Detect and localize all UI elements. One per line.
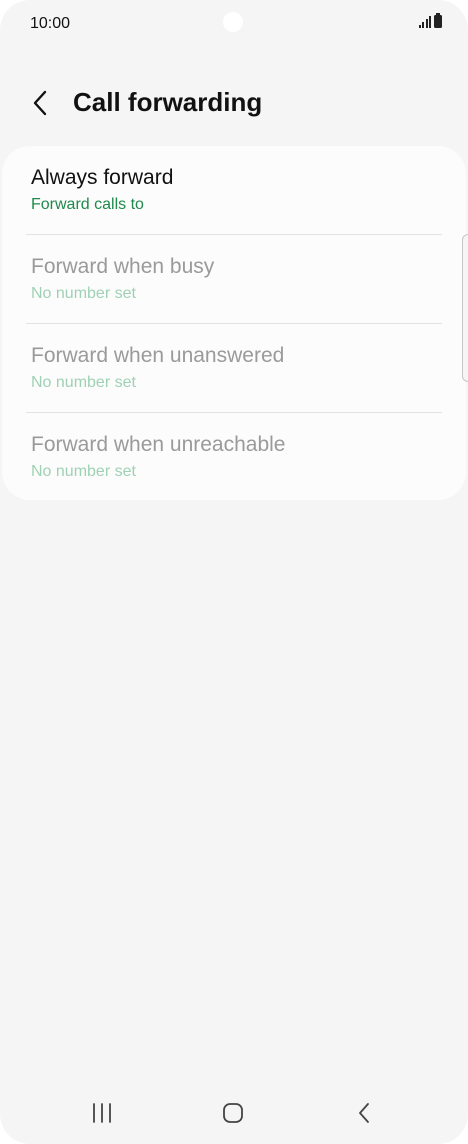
status-icons bbox=[418, 13, 442, 28]
recents-button[interactable] bbox=[72, 1088, 132, 1138]
home-button[interactable] bbox=[203, 1088, 263, 1138]
item-title: Forward when busy bbox=[31, 255, 215, 278]
item-subtitle: No number set bbox=[31, 374, 136, 391]
back-icon bbox=[359, 1103, 369, 1123]
battery-icon bbox=[434, 13, 442, 28]
status-bar: 10:00 bbox=[0, 0, 468, 48]
signal-icon bbox=[418, 16, 431, 28]
item-title: Forward when unanswered bbox=[31, 344, 285, 367]
item-subtitle: No number set bbox=[31, 285, 136, 302]
page-title: Call forwarding bbox=[73, 87, 263, 117]
list-item-forward-when-unanswered[interactable]: Forward when unanswered No number set bbox=[2, 324, 466, 412]
nav-back-button[interactable] bbox=[334, 1088, 394, 1138]
home-icon bbox=[223, 1103, 243, 1123]
item-title: Always forward bbox=[31, 166, 174, 189]
phone-screen: 10:00 Call forwarding Always forward For… bbox=[0, 0, 468, 1144]
chevron-left-icon bbox=[33, 90, 47, 116]
status-time: 10:00 bbox=[30, 15, 71, 32]
navigation-bar bbox=[0, 1084, 468, 1144]
list-item-always-forward[interactable]: Always forward Forward calls to bbox=[2, 146, 466, 234]
front-camera bbox=[223, 12, 243, 32]
item-title: Forward when unreachable bbox=[31, 433, 286, 456]
scroll-handle[interactable] bbox=[462, 234, 468, 382]
list-item-forward-when-busy[interactable]: Forward when busy No number set bbox=[2, 235, 466, 323]
header: Call forwarding bbox=[0, 78, 468, 130]
item-subtitle: No number set bbox=[31, 463, 136, 480]
recents-icon bbox=[93, 1103, 111, 1123]
forwarding-options-list: Always forward Forward calls to Forward … bbox=[2, 146, 466, 500]
list-item-forward-when-unreachable[interactable]: Forward when unreachable No number set bbox=[2, 413, 466, 501]
back-button[interactable] bbox=[24, 86, 58, 120]
item-subtitle: Forward calls to bbox=[31, 196, 144, 213]
